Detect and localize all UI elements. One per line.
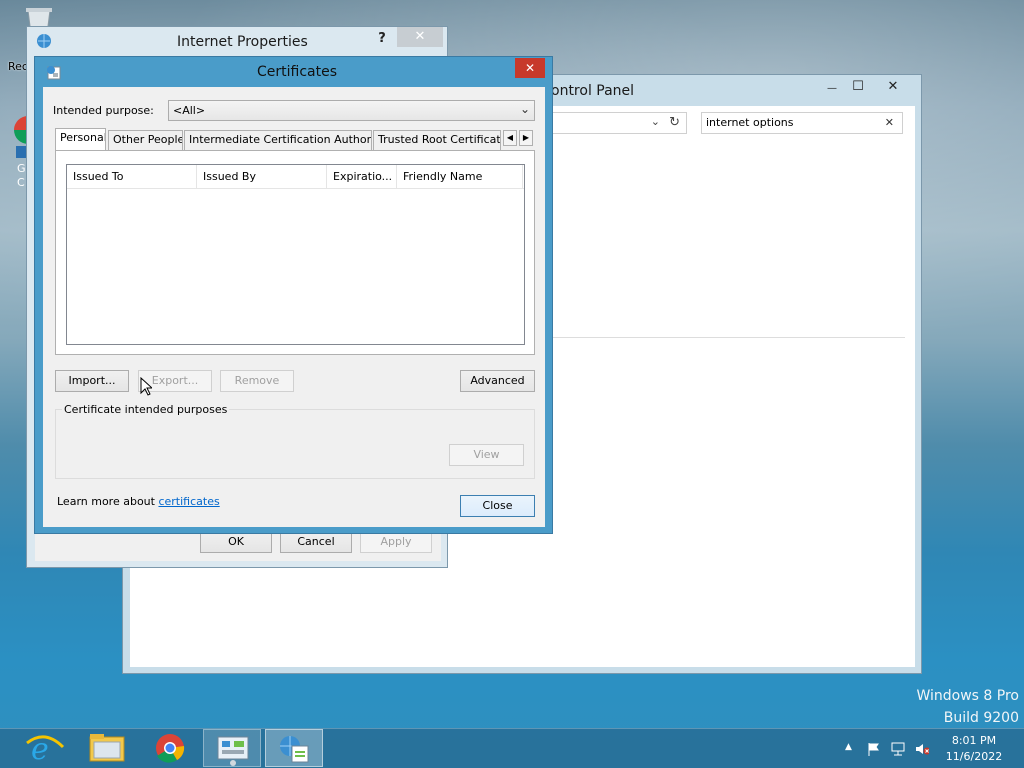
intended-purpose-select[interactable]: <All> ⌄	[168, 100, 535, 121]
column-friendly-name[interactable]: Friendly Name	[397, 165, 523, 189]
list-header: Issued To Issued By Expiratio... Friendl…	[67, 165, 524, 189]
tab-scroll-right-button[interactable]: ▶	[519, 130, 533, 146]
help-button[interactable]: ?	[371, 29, 393, 49]
clock-date: 11/6/2022	[945, 750, 1003, 763]
clock[interactable]: 8:01 PM 11/6/2022	[940, 733, 1008, 765]
apply-button[interactable]: Apply	[360, 531, 432, 553]
tab-strip: Personal Other People Intermediate Certi…	[55, 128, 535, 152]
purposes-group-label: Certificate intended purposes	[62, 403, 230, 416]
internet-explorer-icon: e	[26, 732, 65, 767]
taskbar-internet-properties[interactable]	[265, 729, 323, 767]
column-issued-by[interactable]: Issued By	[197, 165, 327, 189]
show-desktop-button[interactable]	[1016, 729, 1024, 768]
watermark-build: Build 9200	[943, 710, 1019, 726]
internet-properties-icon	[280, 736, 309, 763]
control-panel-icon	[217, 736, 249, 766]
close-button[interactable]: ✕	[515, 58, 545, 78]
learn-more: Learn more about certificates	[57, 495, 220, 508]
chrome-icon	[156, 734, 185, 763]
file-explorer-icon	[89, 734, 125, 762]
intended-purpose-label: Intended purpose:	[53, 104, 154, 117]
intended-purpose-value: <All>	[173, 104, 206, 117]
taskbar-file-explorer[interactable]	[79, 729, 137, 767]
chevron-down-icon: ⌄	[519, 102, 530, 116]
purposes-group: Certificate intended purposes View	[55, 403, 535, 479]
desktop-shortcut-label: G	[17, 162, 26, 175]
certificates-dialog: Certificates ✕ Intended purpose: <All> ⌄…	[34, 56, 553, 534]
taskbar-control-panel[interactable]	[203, 729, 261, 767]
close-dialog-button[interactable]: Close	[460, 495, 535, 517]
close-button[interactable]: ✕	[397, 27, 443, 47]
ok-button[interactable]: OK	[200, 531, 272, 553]
mouse-cursor	[140, 376, 154, 397]
desktop-shortcut-label: C	[17, 176, 25, 189]
cancel-button[interactable]: Cancel	[280, 531, 352, 553]
view-button[interactable]: View	[449, 444, 524, 466]
chevron-down-icon[interactable]: ⌄	[651, 115, 660, 128]
certificates-link[interactable]: certificates	[158, 495, 219, 508]
volume-muted-icon[interactable]	[915, 742, 929, 756]
tab-scroll-left-button[interactable]: ◀	[503, 130, 517, 146]
certificates-icon	[45, 64, 61, 80]
action-center-flag-icon[interactable]	[867, 742, 881, 756]
import-button[interactable]: Import...	[55, 370, 129, 392]
advanced-button[interactable]: Advanced	[460, 370, 535, 392]
watermark-edition: Windows 8 Pro	[916, 688, 1019, 704]
tab-personal[interactable]: Personal	[55, 128, 106, 150]
dialog-title: Certificates	[257, 64, 338, 80]
tab-trusted-root-certification[interactable]: Trusted Root Certification	[373, 130, 501, 150]
dialog-body: Intended purpose: <All> ⌄ Personal Other…	[43, 87, 545, 527]
certificate-list[interactable]: Issued To Issued By Expiratio... Friendl…	[66, 164, 525, 345]
remove-button[interactable]: Remove	[220, 370, 294, 392]
column-expiration[interactable]: Expiratio...	[327, 165, 397, 189]
window-title: Internet Properties	[177, 34, 308, 50]
taskbar-internet-explorer[interactable]: e	[17, 729, 75, 767]
show-hidden-icons-button[interactable]: ▲	[845, 742, 852, 752]
tab-other-people[interactable]: Other People	[108, 130, 183, 150]
learn-more-text: Learn more about	[57, 495, 159, 508]
windows-watermark: Windows 8 Pro Build 9200	[916, 685, 1019, 729]
search-input[interactable]	[706, 116, 876, 129]
divider	[553, 337, 905, 338]
maximize-button[interactable]: ☐	[845, 77, 871, 97]
tab-panel: Issued To Issued By Expiratio... Friendl…	[55, 150, 535, 355]
window-title: ontrol Panel	[551, 83, 635, 99]
recycle-bin-label: Rec	[8, 60, 28, 73]
column-issued-to[interactable]: Issued To	[67, 165, 197, 189]
taskbar-chrome[interactable]	[141, 729, 199, 767]
tab-intermediate-certification-authorities[interactable]: Intermediate Certification Authorities	[184, 130, 372, 150]
refresh-icon[interactable]: ↻	[669, 115, 680, 130]
close-button[interactable]: ✕	[871, 77, 915, 97]
clear-search-icon[interactable]: ✕	[885, 116, 894, 129]
network-icon[interactable]	[891, 742, 905, 756]
clock-time: 8:01 PM	[951, 734, 997, 747]
internet-properties-icon	[36, 33, 52, 49]
search-box[interactable]: ✕	[701, 112, 903, 134]
minimize-button[interactable]: —	[819, 79, 845, 99]
